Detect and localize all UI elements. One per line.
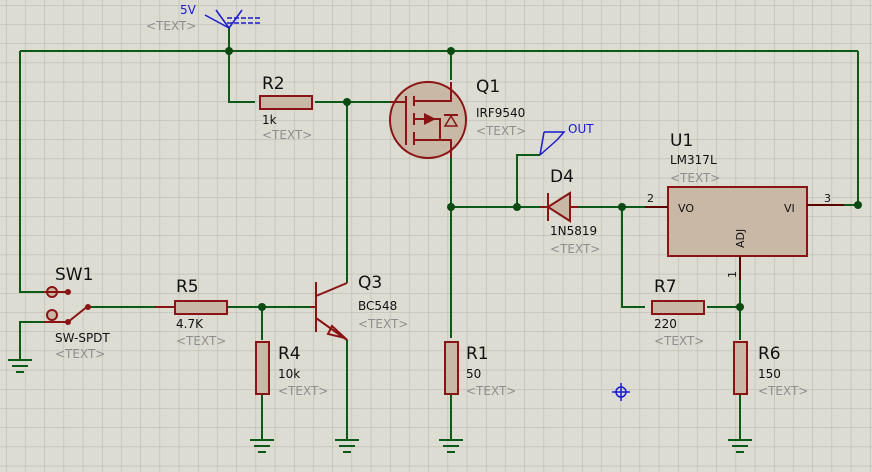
- r5-value: 4.7K: [176, 317, 204, 331]
- u1-pin3-number: 3: [824, 192, 831, 205]
- u1-pin-vo: VO: [678, 202, 694, 215]
- r6-value: 150: [758, 367, 781, 381]
- d4-ref: D4: [550, 167, 574, 187]
- u1-value: LM317L: [670, 153, 717, 167]
- schematic-canvas: 5V <TEXT> R2 1k <TEXT> Q1 IRF9540 <TEXT>…: [0, 0, 872, 472]
- r7-ref: R7: [654, 277, 677, 297]
- sw1-ref: SW1: [55, 265, 93, 285]
- u1-text: <TEXT>: [670, 171, 720, 185]
- r5-text: <TEXT>: [176, 334, 226, 348]
- r1-ref: R1: [466, 344, 489, 364]
- r6-text: <TEXT>: [758, 384, 808, 398]
- r6-ref: R6: [758, 344, 781, 364]
- r7-value: 220: [654, 317, 677, 331]
- r2-text: <TEXT>: [262, 128, 312, 142]
- u1-pin1-number: 1: [726, 271, 739, 278]
- sw1-value: SW-SPDT: [55, 331, 110, 345]
- u1-pin2-number: 2: [647, 192, 654, 205]
- out-label: OUT: [568, 122, 594, 136]
- u1-pin-vi: VI: [784, 202, 795, 215]
- q1-value: IRF9540: [476, 106, 525, 120]
- d4-text: <TEXT>: [550, 242, 600, 256]
- q3-value: BC548: [358, 299, 397, 313]
- r4-text: <TEXT>: [278, 384, 328, 398]
- sw1-text: <TEXT>: [55, 347, 105, 361]
- r7-text: <TEXT>: [654, 334, 704, 348]
- r2-value: 1k: [262, 113, 277, 127]
- q1-text: <TEXT>: [476, 124, 526, 138]
- q3-text: <TEXT>: [358, 317, 408, 331]
- power-label: 5V: [180, 3, 197, 17]
- r2-ref: R2: [262, 74, 285, 94]
- r4-value: 10k: [278, 367, 300, 381]
- r5-ref: R5: [176, 277, 199, 297]
- power-text: <TEXT>: [146, 19, 196, 33]
- d4-value: 1N5819: [550, 224, 597, 238]
- u1-pin-adj: ADJ: [734, 229, 747, 248]
- q1-ref: Q1: [476, 77, 500, 97]
- r1-value: 50: [466, 367, 481, 381]
- q3-ref: Q3: [358, 273, 382, 293]
- r1-text: <TEXT>: [466, 384, 516, 398]
- r4-ref: R4: [278, 344, 301, 364]
- u1-ref: U1: [670, 131, 693, 151]
